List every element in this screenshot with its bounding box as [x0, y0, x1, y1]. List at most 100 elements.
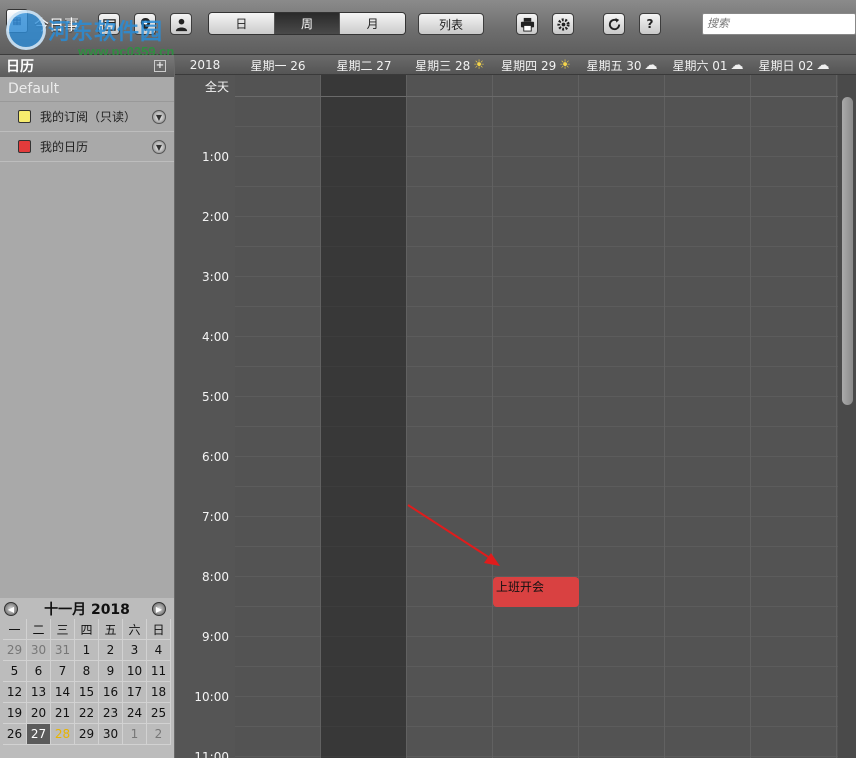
day-header-mon[interactable]: 星期一 26 — [235, 55, 321, 75]
sync-calendar-button[interactable] — [98, 13, 120, 35]
date-cell[interactable]: 14 — [51, 682, 75, 703]
date-cell[interactable]: 29 — [75, 724, 99, 745]
date-cell[interactable]: 29 — [3, 640, 27, 661]
weekday-row: 一 二 三 四 五 六 日 — [3, 619, 171, 640]
calendar-color-swatch[interactable] — [18, 140, 31, 153]
day-column-mon[interactable] — [235, 75, 321, 758]
date-cell-selected[interactable]: 28 — [51, 724, 75, 745]
day-column-wed[interactable] — [407, 75, 493, 758]
date-cell[interactable]: 13 — [27, 682, 51, 703]
weekday-label: 六 — [123, 619, 147, 640]
date-cell[interactable]: 5 — [3, 661, 27, 682]
day-header-sun[interactable]: 星期日 02 ☁ — [751, 55, 837, 75]
date-cell[interactable]: 30 — [27, 640, 51, 661]
location-button[interactable] — [134, 13, 156, 35]
print-button[interactable] — [516, 13, 538, 35]
date-cell[interactable]: 7 — [51, 661, 75, 682]
date-cell[interactable]: 21 — [51, 703, 75, 724]
location-pin-icon — [140, 17, 150, 31]
scrollbar-thumb[interactable] — [842, 97, 853, 405]
date-cell[interactable]: 12 — [3, 682, 27, 703]
date-cell[interactable]: 17 — [123, 682, 147, 703]
date-cell[interactable]: 3 — [123, 640, 147, 661]
weekday-label: 五 — [99, 619, 123, 640]
date-cell[interactable]: 11 — [147, 661, 171, 682]
calendar-color-swatch[interactable] — [18, 110, 31, 123]
week-row: 19 20 21 22 23 24 25 — [3, 703, 171, 724]
date-cell[interactable]: 25 — [147, 703, 171, 724]
time-label: 7:00 — [202, 510, 229, 524]
weekday-label: 日 — [147, 619, 171, 640]
day-header-label: 星期一 26 — [250, 58, 306, 73]
calendar-event[interactable]: 上班开会 — [493, 577, 579, 607]
view-day-button[interactable]: 日 — [209, 13, 275, 34]
date-cell[interactable]: 9 — [99, 661, 123, 682]
week-row: 12 13 14 15 16 17 18 — [3, 682, 171, 703]
time-label: 10:00 — [194, 690, 229, 704]
week-header: 2018 星期一 26 星期二 27 星期三 28 ☀ 星期四 29 ☀ 星期五 3… — [175, 55, 856, 75]
date-cell[interactable]: 1 — [123, 724, 147, 745]
date-cell[interactable]: 1 — [75, 640, 99, 661]
date-cell[interactable]: 26 — [3, 724, 27, 745]
sidebar: 日历 + Default 我的订阅（只读） ▼ 我的日历 ▼ — [0, 55, 175, 600]
date-cell[interactable]: 8 — [75, 661, 99, 682]
view-week-button[interactable]: 周 — [274, 13, 341, 34]
day-header-label: 星期四 29 — [501, 58, 557, 73]
day-header-label: 星期二 27 — [336, 58, 392, 73]
day-column-sat[interactable] — [665, 75, 751, 758]
date-cell[interactable]: 2 — [147, 724, 171, 745]
prev-month-icon[interactable]: ◀ — [4, 602, 18, 616]
day-column-tue[interactable] — [321, 75, 407, 758]
date-cell[interactable]: 4 — [147, 640, 171, 661]
add-calendar-button[interactable]: + — [154, 60, 166, 72]
help-button[interactable]: ? — [639, 13, 661, 35]
date-cell[interactable]: 19 — [3, 703, 27, 724]
date-cell[interactable]: 20 — [27, 703, 51, 724]
people-button[interactable] — [170, 13, 192, 35]
refresh-button[interactable] — [603, 13, 625, 35]
date-cell-today[interactable]: 27 — [27, 724, 51, 745]
chevron-down-icon[interactable]: ▼ — [152, 110, 166, 124]
week-row: 5 6 7 8 9 10 11 — [3, 661, 171, 682]
week-grid[interactable]: 上班开会 — [235, 75, 838, 758]
view-month-button[interactable]: 月 — [340, 13, 405, 34]
date-cell[interactable]: 15 — [75, 682, 99, 703]
time-label: 4:00 — [202, 330, 229, 344]
day-header-thu[interactable]: 星期四 29 ☀ — [493, 55, 579, 75]
date-cell[interactable]: 31 — [51, 640, 75, 661]
mini-calendar: ◀ 十一月 2018 ▶ 一 二 三 四 五 六 日 29 30 31 1 2 … — [0, 598, 175, 758]
search-input[interactable] — [702, 13, 856, 35]
cloudy-icon: ☁ — [730, 57, 744, 73]
sunny-icon: ☀ — [473, 57, 485, 73]
date-cell[interactable]: 10 — [123, 661, 147, 682]
sunny-icon: ☀ — [559, 57, 571, 73]
date-cell[interactable]: 16 — [99, 682, 123, 703]
day-header-label: 星期五 30 — [586, 58, 642, 73]
day-header-wed[interactable]: 星期三 28 ☀ — [407, 55, 493, 75]
date-cell[interactable]: 6 — [27, 661, 51, 682]
day-column-thu[interactable] — [493, 75, 579, 758]
vertical-scrollbar[interactable] — [838, 75, 856, 758]
day-column-fri[interactable] — [579, 75, 665, 758]
time-label: 3:00 — [202, 270, 229, 284]
calendar-item-label: 我的日历 — [40, 140, 89, 154]
date-cell[interactable]: 2 — [99, 640, 123, 661]
chevron-down-icon[interactable]: ▼ — [152, 140, 166, 154]
date-cell[interactable]: 18 — [147, 682, 171, 703]
next-month-icon[interactable]: ▶ — [152, 602, 166, 616]
view-list-button[interactable]: 列表 — [418, 13, 484, 35]
allday-divider — [235, 96, 838, 97]
date-cell[interactable]: 24 — [123, 703, 147, 724]
calendar-item-my-calendar[interactable]: 我的日历 ▼ — [0, 132, 174, 162]
date-cell[interactable]: 30 — [99, 724, 123, 745]
settings-button[interactable] — [552, 13, 574, 35]
day-header-tue[interactable]: 星期二 27 — [321, 55, 407, 75]
date-cell[interactable]: 22 — [75, 703, 99, 724]
day-header-fri[interactable]: 星期五 30 ☁ — [579, 55, 665, 75]
day-header-sat[interactable]: 星期六 01 ☁ — [665, 55, 751, 75]
calendar-item-subscription[interactable]: 我的订阅（只读） ▼ — [0, 102, 174, 132]
day-header-label: 星期三 28 — [415, 58, 471, 73]
day-column-sun[interactable] — [751, 75, 837, 758]
sidebar-header: 日历 + — [0, 55, 174, 77]
date-cell[interactable]: 23 — [99, 703, 123, 724]
